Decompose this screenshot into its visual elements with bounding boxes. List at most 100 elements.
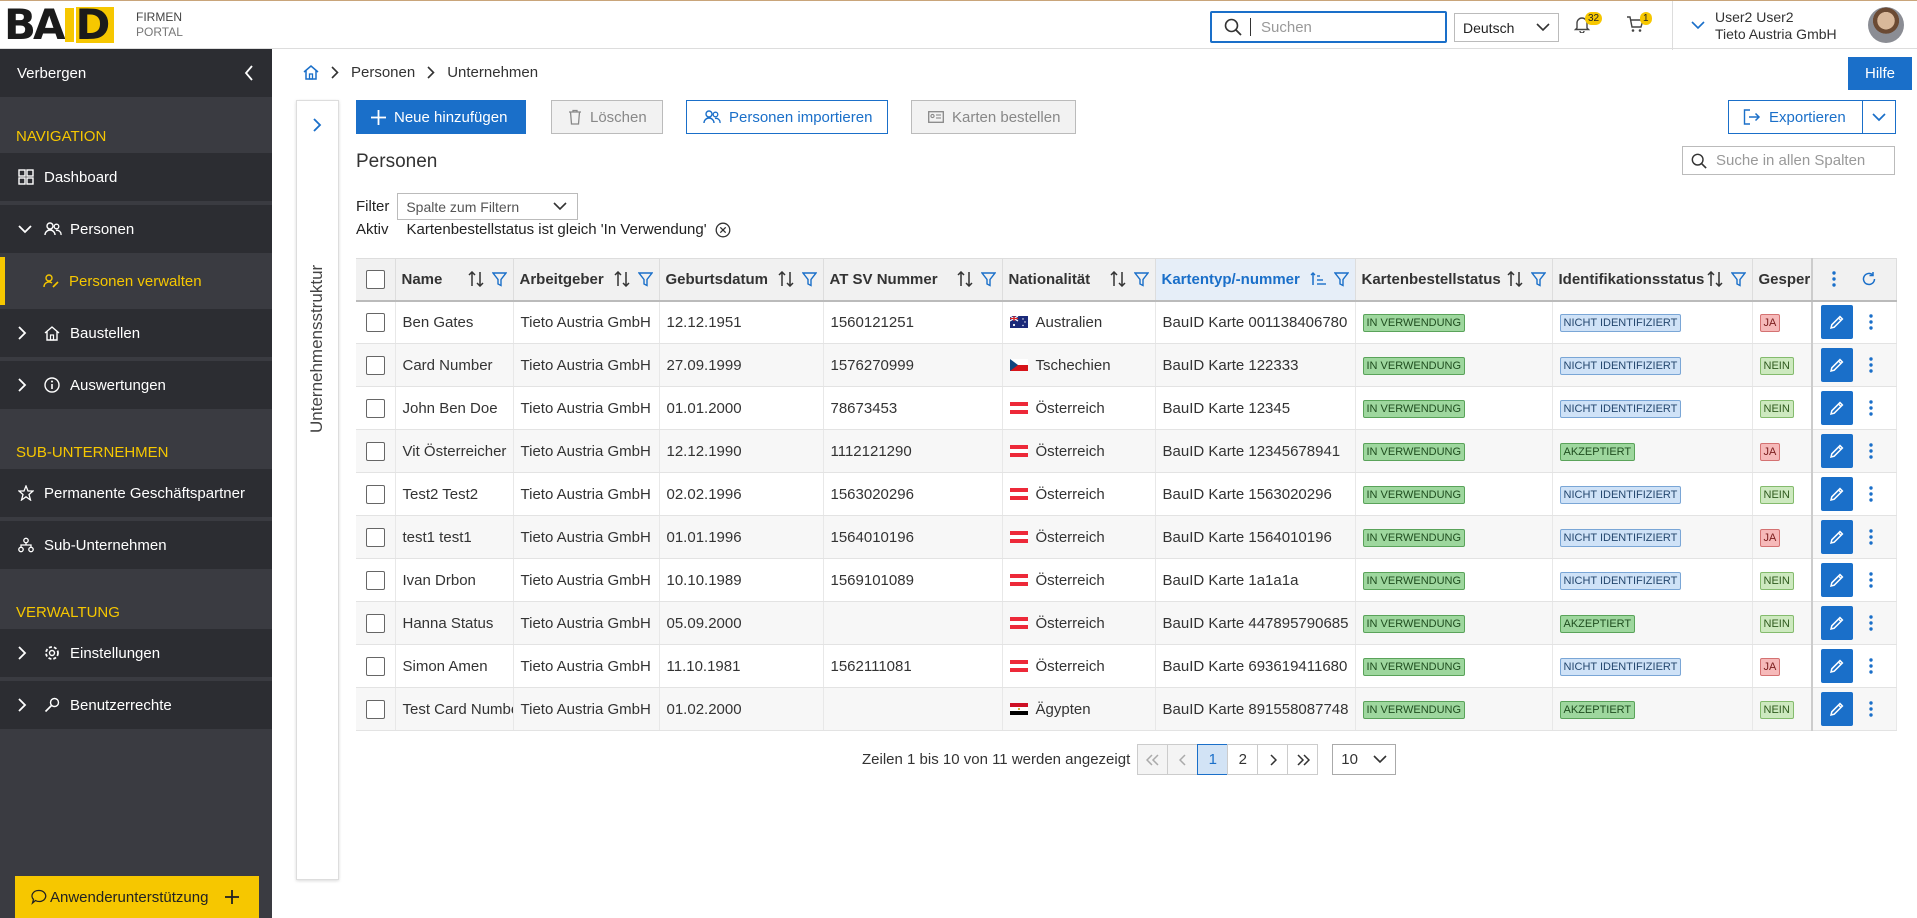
company-structure-panel[interactable]: Unternehmensstruktur [296, 100, 339, 880]
sort-icon[interactable] [467, 271, 484, 288]
table-row[interactable]: Ben Gates Tieto Austria GmbH 12.12.1951 156… [356, 300, 1897, 344]
sort-icon[interactable] [956, 271, 973, 288]
row-checkbox[interactable] [365, 312, 385, 332]
filter-icon[interactable] [637, 272, 653, 287]
row-checkbox[interactable] [365, 441, 385, 461]
sidebar-item-geschaeftspartner[interactable]: Permanente Geschäftspartner [0, 469, 272, 517]
filter-icon[interactable] [980, 272, 996, 287]
column-header-blocked[interactable]: Gesperrt [1752, 258, 1813, 302]
delete-button[interactable]: Löschen [551, 100, 663, 134]
table-row[interactable]: Test2 Test2 Tieto Austria GmbH 02.02.1996 1… [356, 472, 1897, 516]
sidebar-item-personen[interactable]: Personen [0, 205, 272, 253]
page-button-2[interactable]: 2 [1227, 744, 1259, 775]
next-page-button[interactable] [1257, 744, 1289, 775]
page-button-1[interactable]: 1 [1197, 744, 1229, 775]
more-vertical-icon[interactable] [1863, 400, 1879, 416]
edit-button[interactable] [1821, 692, 1853, 726]
sort-icon[interactable] [613, 271, 630, 288]
table-row[interactable]: Test Card Number Tieto Austria GmbH 01.02.… [356, 687, 1897, 731]
edit-button[interactable] [1821, 563, 1853, 597]
table-row[interactable]: Vit Österreicher Tieto Austria GmbH 12.12.… [356, 429, 1897, 473]
column-header-birthdate[interactable]: Geburtsdatum [659, 258, 824, 302]
more-vertical-icon[interactable] [1831, 271, 1836, 287]
table-row[interactable]: Ivan Drbon Tieto Austria GmbH 10.10.1989 15… [356, 558, 1897, 602]
filter-icon[interactable] [1730, 272, 1746, 287]
table-row[interactable]: Card Number Tieto Austria GmbH 27.09.1999 1… [356, 343, 1897, 387]
sidebar-item-sub-unternehmen[interactable]: Sub-Unternehmen [0, 521, 272, 569]
row-checkbox[interactable] [365, 699, 385, 719]
filter-icon[interactable] [1133, 272, 1149, 287]
table-row[interactable]: Hanna Status Tieto Austria GmbH 05.09.2000… [356, 601, 1897, 645]
last-page-button[interactable] [1287, 744, 1319, 775]
avatar[interactable] [1868, 7, 1904, 43]
row-checkbox[interactable] [365, 656, 385, 676]
user-menu[interactable]: User2 User2 Tieto Austria GmbH [1672, 1, 1837, 50]
prev-page-button[interactable] [1167, 744, 1199, 775]
edit-button[interactable] [1821, 520, 1853, 554]
support-button[interactable]: Anwenderunterstützung [15, 876, 259, 918]
sidebar-item-dashboard[interactable]: Dashboard [0, 153, 272, 201]
bauid-logo[interactable]: BA D [4, 4, 115, 46]
filter-icon[interactable] [1530, 272, 1546, 287]
filter-icon[interactable] [491, 272, 507, 287]
sidebar-item-personen-verwalten[interactable]: Personen verwalten [0, 257, 272, 305]
first-page-button[interactable] [1137, 744, 1169, 775]
edit-button[interactable] [1821, 649, 1853, 683]
column-header-ident-status[interactable]: Identifikationsstatus [1552, 258, 1753, 302]
filter-icon[interactable] [1333, 272, 1349, 287]
refresh-icon[interactable] [1861, 271, 1877, 287]
column-header-sv-number[interactable]: AT SV Nummer [823, 258, 1003, 302]
edit-button[interactable] [1821, 305, 1853, 340]
row-checkbox[interactable] [365, 527, 385, 547]
help-button[interactable]: Hilfe [1848, 57, 1912, 90]
page-size-select[interactable]: 10 [1332, 744, 1397, 775]
row-checkbox[interactable] [365, 570, 385, 590]
filter-column-select[interactable]: Spalte zum Filtern [397, 193, 579, 220]
more-vertical-icon[interactable] [1863, 314, 1879, 330]
order-cards-button[interactable]: Karten bestellen [911, 100, 1076, 134]
column-header-card[interactable]: Kartentyp/-nummer [1155, 258, 1356, 302]
add-new-button[interactable]: Neue hinzufügen [356, 100, 526, 134]
sidebar-item-baustellen[interactable]: Baustellen [0, 309, 272, 357]
row-checkbox[interactable] [365, 398, 385, 418]
column-header-nationality[interactable]: Nationalität [1002, 258, 1156, 302]
column-header-order-status[interactable]: Kartenbestellstatus [1355, 258, 1553, 302]
more-vertical-icon[interactable] [1863, 357, 1879, 373]
notifications-button[interactable]: 32 [1573, 12, 1603, 33]
home-icon[interactable] [303, 65, 319, 80]
language-select[interactable]: Deutsch [1454, 13, 1559, 42]
table-row[interactable]: Simon Amen Tieto Austria GmbH 11.10.1981 15… [356, 644, 1897, 688]
edit-button[interactable] [1821, 606, 1853, 640]
table-row[interactable]: test1 test1 Tieto Austria GmbH 01.01.1996 1… [356, 515, 1897, 559]
table-row[interactable]: John Ben Doe Tieto Austria GmbH 01.01.2000… [356, 386, 1897, 430]
row-checkbox[interactable] [365, 484, 385, 504]
import-persons-button[interactable]: Personen importieren [686, 100, 888, 134]
breadcrumb-personen[interactable]: Personen [351, 64, 415, 81]
sidebar-item-einstellungen[interactable]: Einstellungen [0, 629, 272, 677]
edit-button[interactable] [1821, 434, 1853, 468]
more-vertical-icon[interactable] [1863, 615, 1879, 631]
global-search-input[interactable]: Suchen [1210, 11, 1447, 43]
row-checkbox[interactable] [365, 613, 385, 633]
more-vertical-icon[interactable] [1863, 443, 1879, 459]
chevron-right-icon[interactable] [313, 118, 322, 132]
export-dropdown-button[interactable] [1862, 100, 1896, 134]
sort-icon[interactable] [1706, 271, 1723, 288]
remove-filter-icon[interactable] [715, 222, 731, 238]
select-all-checkbox[interactable] [365, 269, 385, 289]
column-header-name[interactable]: Name [395, 258, 514, 302]
filter-icon[interactable] [801, 272, 817, 287]
sidebar-item-auswertungen[interactable]: Auswertungen [0, 361, 272, 409]
sort-ascending-icon[interactable] [1310, 272, 1326, 286]
edit-button[interactable] [1821, 477, 1853, 511]
row-checkbox[interactable] [365, 355, 385, 375]
sort-icon[interactable] [777, 271, 794, 288]
more-vertical-icon[interactable] [1863, 658, 1879, 674]
all-columns-search-input[interactable]: Suche in allen Spalten [1682, 146, 1895, 175]
edit-button[interactable] [1821, 391, 1853, 425]
sort-icon[interactable] [1506, 271, 1523, 288]
more-vertical-icon[interactable] [1863, 529, 1879, 545]
sidebar-hide-toggle[interactable]: Verbergen [0, 49, 272, 97]
cart-button[interactable]: 1 [1626, 12, 1652, 33]
edit-button[interactable] [1821, 348, 1853, 382]
